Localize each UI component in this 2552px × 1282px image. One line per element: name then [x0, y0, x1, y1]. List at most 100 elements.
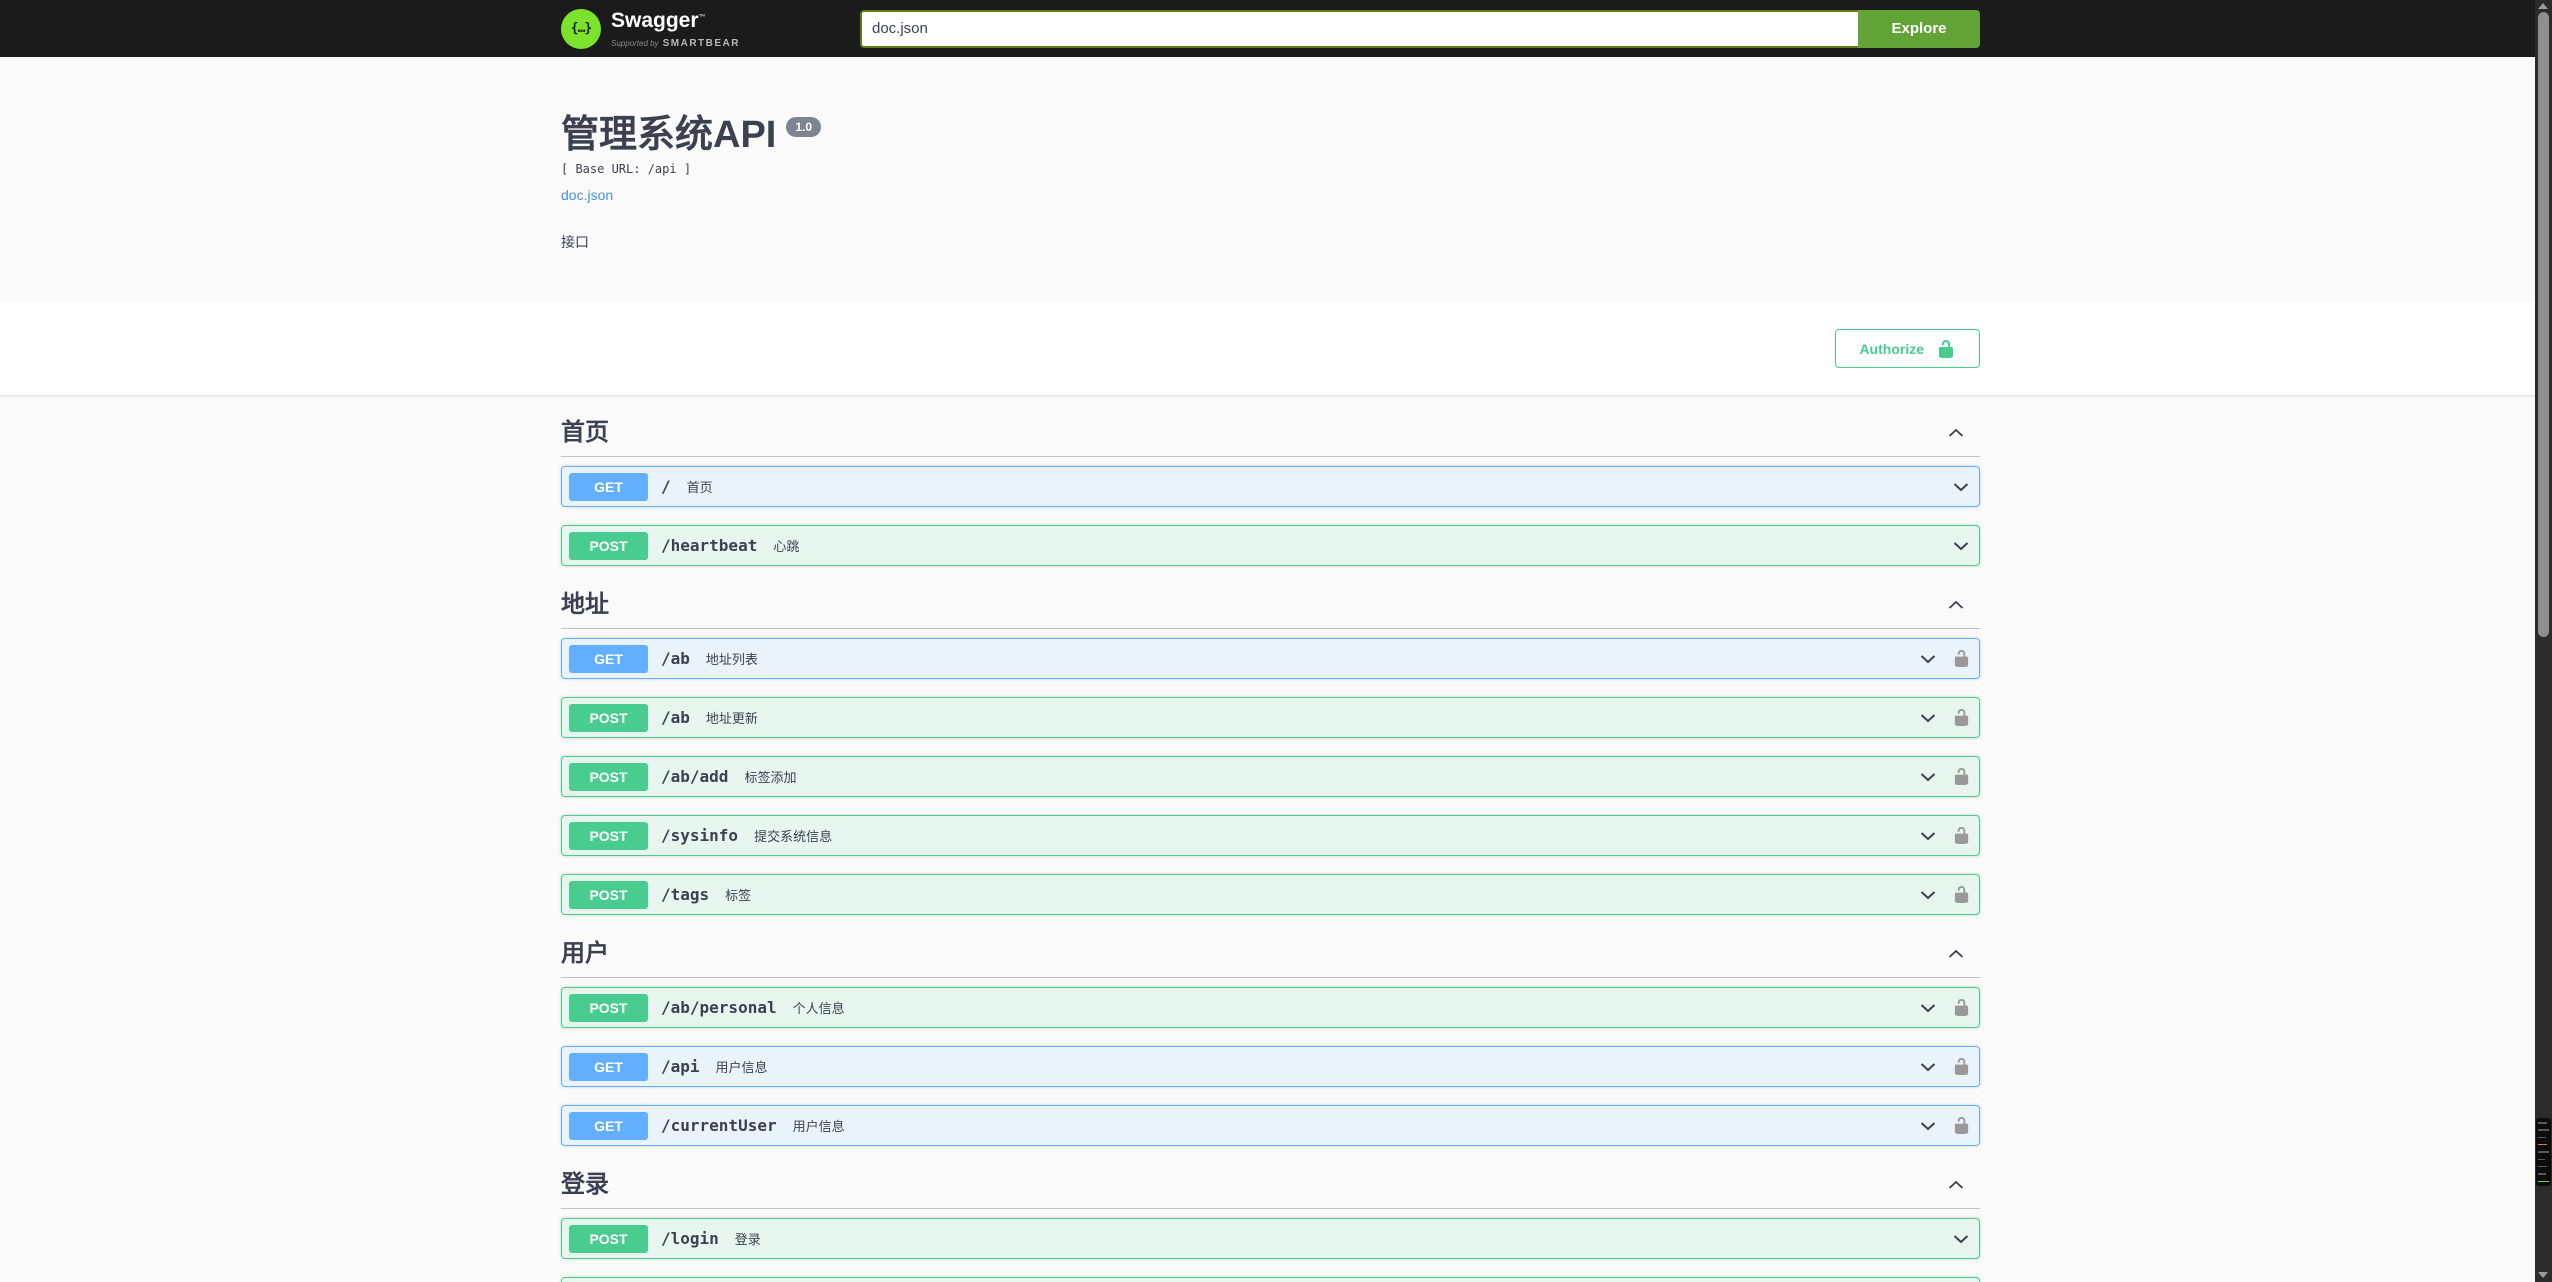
operation-summary: 个人信息: [792, 1001, 845, 1016]
scrollbar-minimap: [2536, 1118, 2551, 1186]
swagger-logo-text: Swagger™: [611, 8, 706, 32]
operation-path: /login: [661, 1229, 719, 1248]
smartbear-byline: Supported by SMARTBEAR: [611, 37, 740, 49]
section-header[interactable]: 登录: [561, 1169, 1980, 1209]
chevron-down-icon[interactable]: [1918, 767, 1938, 787]
unlock-icon[interactable]: [1952, 1116, 1971, 1135]
chevron-down-icon[interactable]: [1951, 1229, 1971, 1249]
chevron-down-icon[interactable]: [1918, 708, 1938, 728]
operation-path: /currentUser: [661, 1116, 777, 1135]
chevron-down-icon[interactable]: [1918, 649, 1938, 669]
operation-path: /api: [661, 1057, 700, 1076]
authorize-button[interactable]: Authorize: [1835, 329, 1980, 368]
chevron-up-icon: [1948, 428, 1964, 437]
operation-row[interactable]: POST /tags 标签: [561, 874, 1980, 915]
operation-row[interactable]: GET /ab 地址列表: [561, 638, 1980, 679]
operation-summary: 地址更新: [705, 711, 758, 726]
scrollbar-up-arrow[interactable]: [2538, 3, 2548, 9]
operations-list: 首页 GET / 首页 POST /heartbeat 心跳 地址 GET /a…: [561, 417, 1980, 1282]
method-badge: POST: [569, 531, 648, 560]
swagger-logo[interactable]: {…} Swagger™ Supported by SMARTBEAR: [561, 7, 740, 51]
operation-summary: 登录: [734, 1232, 761, 1247]
chevron-down-icon[interactable]: [1918, 998, 1938, 1018]
collapse-section-button[interactable]: [1946, 595, 1980, 615]
operation-summary: 地址列表: [705, 652, 758, 667]
method-badge: GET: [569, 472, 648, 501]
collapse-section-button[interactable]: [1946, 1175, 1980, 1195]
swagger-logo-icon: {…}: [561, 8, 601, 49]
section-header[interactable]: 用户: [561, 938, 1980, 978]
api-section: 登录 POST /login 登录 POST /token-valid 登录验证: [561, 1169, 1980, 1282]
chevron-down-icon[interactable]: [1918, 1116, 1938, 1136]
operation-summary: 用户信息: [792, 1119, 845, 1134]
chevron-down-icon[interactable]: [1951, 477, 1971, 497]
operation-summary: 心跳: [773, 539, 800, 554]
section-title: 首页: [561, 419, 609, 446]
unlock-icon[interactable]: [1952, 767, 1971, 786]
collapse-section-button[interactable]: [1946, 944, 1980, 964]
spec-doc-link[interactable]: doc.json: [561, 187, 613, 203]
operation-row[interactable]: POST /token-valid 登录验证: [561, 1277, 1980, 1282]
operation-path: /ab: [661, 708, 690, 727]
unlock-icon: [1939, 339, 1953, 358]
method-badge: POST: [569, 703, 648, 732]
chevron-down-icon[interactable]: [1918, 885, 1938, 905]
method-badge: GET: [569, 644, 648, 673]
topbar: {…} Swagger™ Supported bySMARTBEAR Explo…: [0, 0, 2552, 57]
operation-row[interactable]: POST /login 登录: [561, 1218, 1980, 1259]
spec-url-input[interactable]: [860, 9, 1858, 48]
method-badge: POST: [569, 1224, 648, 1253]
collapse-section-button[interactable]: [1946, 423, 1980, 443]
unlock-icon[interactable]: [1952, 885, 1971, 904]
method-badge: POST: [569, 880, 648, 909]
operation-path: /sysinfo: [661, 826, 739, 845]
operation-row[interactable]: POST /ab/add 标签添加: [561, 756, 1980, 797]
operation-row[interactable]: POST /sysinfo 提交系统信息: [561, 815, 1980, 856]
chevron-down-icon[interactable]: [1951, 536, 1971, 556]
chevron-up-icon: [1948, 949, 1964, 958]
operation-path: /ab/personal: [661, 998, 777, 1017]
operation-path: /ab: [661, 649, 690, 668]
api-section: 地址 GET /ab 地址列表 POST /ab 地址更新 POST /ab/a…: [561, 589, 1980, 916]
api-info-block: 管理系统API 1.0 [ Base URL: /api ] doc.json …: [561, 115, 1980, 252]
unlock-icon[interactable]: [1952, 998, 1971, 1017]
chevron-up-icon: [1948, 600, 1964, 609]
download-url-form: Explore: [860, 9, 1980, 48]
operation-summary: 标签: [725, 888, 752, 903]
operation-row[interactable]: POST /heartbeat 心跳: [561, 525, 1980, 566]
section-title: 用户: [561, 940, 609, 967]
unlock-icon[interactable]: [1952, 826, 1971, 845]
scrollbar[interactable]: [2535, 0, 2552, 1282]
scrollbar-thumb[interactable]: [2538, 12, 2549, 637]
unlock-icon[interactable]: [1952, 649, 1971, 668]
scrollbar-down-arrow[interactable]: [2538, 1272, 2548, 1278]
explore-button[interactable]: Explore: [1858, 9, 1980, 48]
method-badge: GET: [569, 1052, 648, 1081]
operation-row[interactable]: GET /api 用户信息: [561, 1046, 1980, 1087]
section-title: 登录: [561, 1171, 609, 1198]
method-badge: POST: [569, 821, 648, 850]
operation-path: /: [661, 477, 671, 496]
operation-path: /tags: [661, 885, 710, 904]
unlock-icon[interactable]: [1952, 708, 1971, 727]
api-section: 用户 POST /ab/personal 个人信息 GET /api 用户信息 …: [561, 938, 1980, 1147]
trademark-mark: ™: [698, 13, 706, 21]
section-header[interactable]: 地址: [561, 589, 1980, 629]
method-badge: POST: [569, 993, 648, 1022]
api-description: 接口: [561, 234, 589, 250]
section-header[interactable]: 首页: [561, 417, 1980, 457]
chevron-down-icon[interactable]: [1918, 826, 1938, 846]
operation-summary: 首页: [686, 480, 713, 495]
operation-row[interactable]: GET /currentUser 用户信息: [561, 1105, 1980, 1146]
unlock-icon[interactable]: [1952, 1057, 1971, 1076]
section-title: 地址: [561, 591, 609, 618]
operation-summary: 用户信息: [715, 1060, 768, 1075]
authorize-button-label: Authorize: [1859, 340, 1924, 357]
operation-row[interactable]: GET / 首页: [561, 466, 1980, 507]
api-section: 首页 GET / 首页 POST /heartbeat 心跳: [561, 417, 1980, 567]
operation-row[interactable]: POST /ab 地址更新: [561, 697, 1980, 738]
operation-path: /heartbeat: [661, 536, 758, 555]
base-url-label: [ Base URL: /api ]: [561, 162, 692, 176]
chevron-down-icon[interactable]: [1918, 1057, 1938, 1077]
operation-row[interactable]: POST /ab/personal 个人信息: [561, 987, 1980, 1028]
